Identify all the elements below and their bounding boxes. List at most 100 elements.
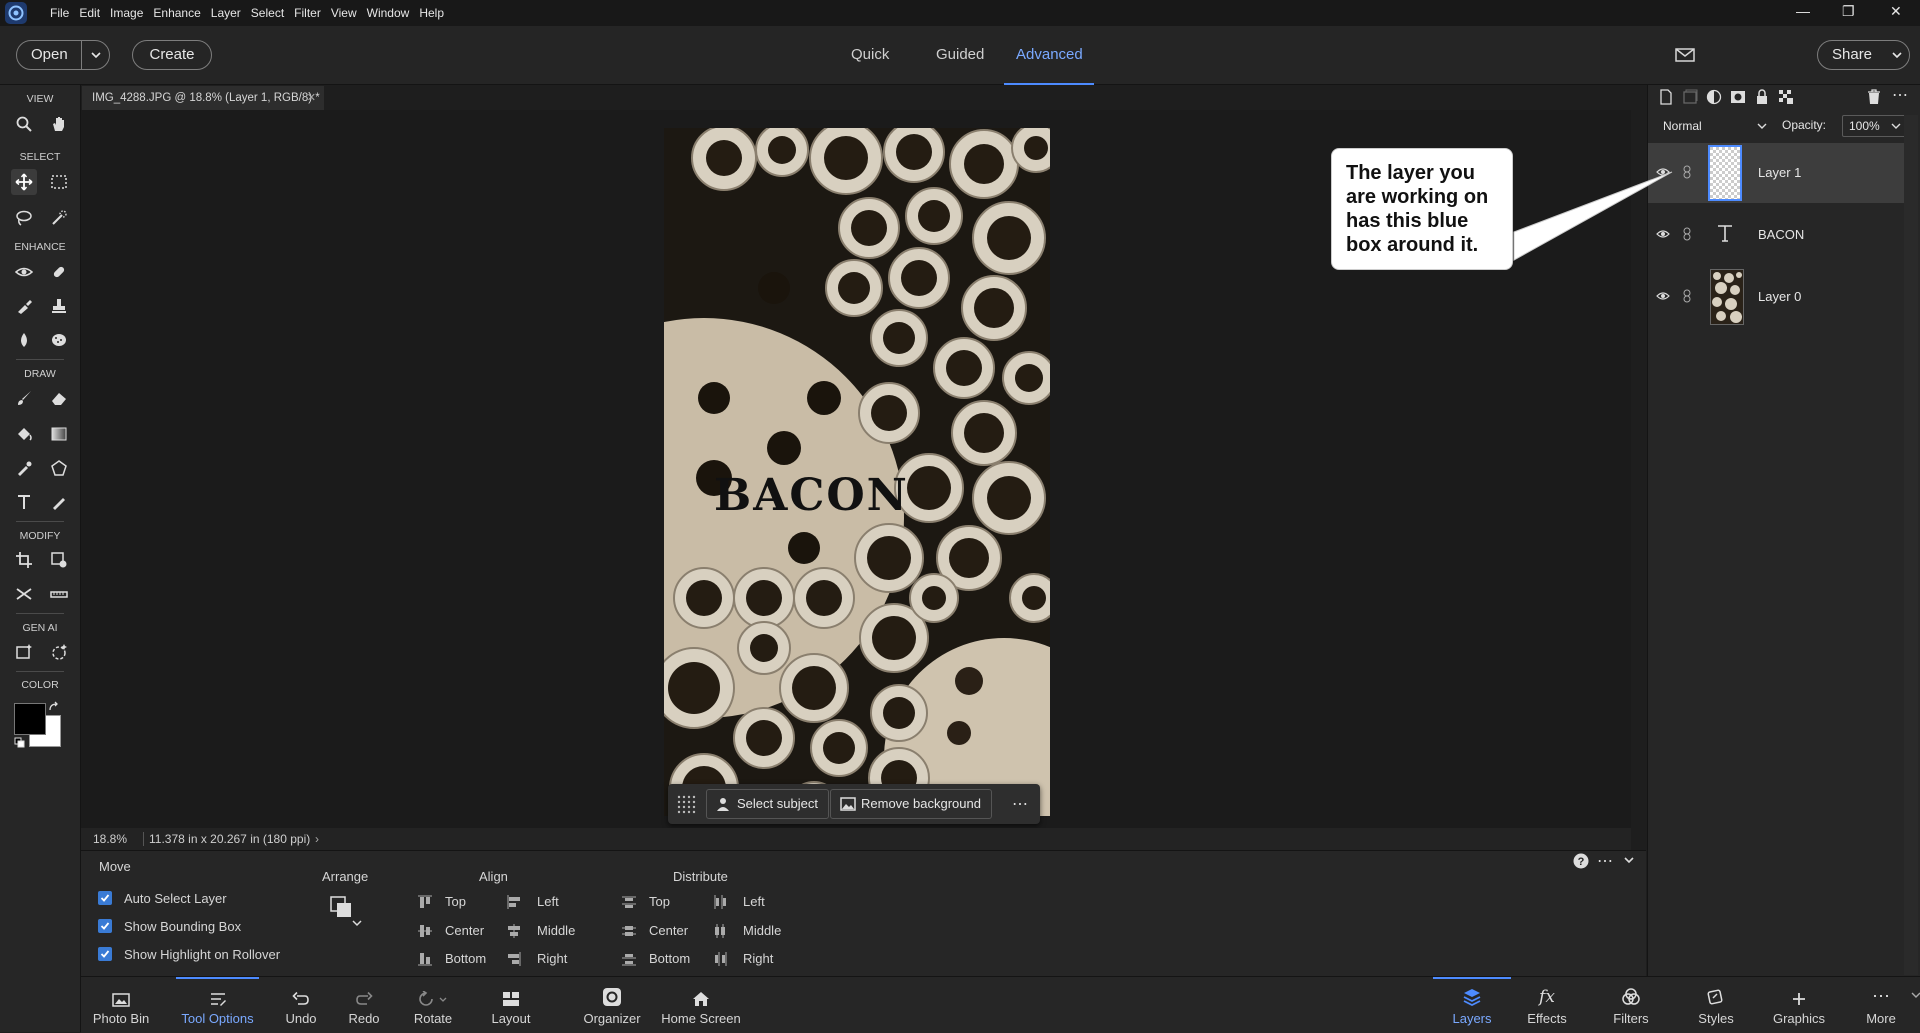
distribute-top-label[interactable]: Top bbox=[649, 894, 670, 909]
graphics-button[interactable]: Graphics bbox=[1764, 977, 1834, 1033]
layer-link-icon[interactable] bbox=[1682, 289, 1692, 303]
menu-window[interactable]: Window bbox=[367, 0, 410, 26]
auto-select-layer-checkbox[interactable] bbox=[98, 891, 112, 905]
layer-mask-icon[interactable] bbox=[1730, 89, 1746, 105]
drag-handle-icon[interactable] bbox=[676, 794, 696, 814]
distribute-middle-icon[interactable] bbox=[712, 923, 728, 939]
spot-healing-tool-icon[interactable] bbox=[46, 259, 72, 285]
chevron-right-icon[interactable]: › bbox=[315, 828, 319, 850]
red-eye-tool-icon[interactable] bbox=[11, 259, 37, 285]
show-highlight-checkbox[interactable] bbox=[98, 947, 112, 961]
clone-stamp-tool-icon[interactable] bbox=[46, 293, 72, 319]
distribute-right-label[interactable]: Right bbox=[743, 951, 773, 966]
layers-panel-scrollbar[interactable] bbox=[1904, 115, 1918, 975]
redo-button[interactable]: Redo bbox=[339, 977, 389, 1033]
styles-button[interactable]: Styles bbox=[1686, 977, 1746, 1033]
zoom-level[interactable]: 18.8% bbox=[93, 828, 127, 850]
home-screen-button[interactable]: Home Screen bbox=[656, 977, 746, 1033]
close-tab-icon[interactable]: ✕ bbox=[307, 86, 316, 110]
smart-brush-tool-icon[interactable] bbox=[11, 293, 37, 319]
layer-link-icon[interactable] bbox=[1682, 227, 1692, 241]
hand-tool-icon[interactable] bbox=[46, 111, 72, 137]
menu-view[interactable]: View bbox=[331, 0, 357, 26]
close-icon[interactable]: ✕ bbox=[1890, 3, 1902, 20]
filters-button[interactable]: Filters bbox=[1601, 977, 1661, 1033]
arrange-dropdown-icon[interactable] bbox=[329, 895, 363, 929]
tab-advanced[interactable]: Advanced bbox=[1016, 26, 1083, 84]
layers-button[interactable]: Layers bbox=[1433, 977, 1511, 1033]
bacon-text-layer[interactable]: BACON bbox=[714, 470, 909, 521]
minimize-icon[interactable]: — bbox=[1796, 3, 1810, 19]
align-top-label[interactable]: Top bbox=[445, 894, 466, 909]
foreground-color-swatch[interactable] bbox=[14, 703, 46, 735]
swap-colors-icon[interactable] bbox=[48, 701, 60, 713]
more-options-icon[interactable]: ⋯ bbox=[1012, 794, 1028, 814]
distribute-right-icon[interactable] bbox=[712, 951, 728, 967]
organizer-button[interactable]: Organizer bbox=[577, 977, 647, 1033]
recompose-tool-icon[interactable] bbox=[46, 547, 72, 573]
distribute-left-label[interactable]: Left bbox=[743, 894, 765, 909]
type-tool-icon[interactable] bbox=[11, 489, 37, 515]
blend-mode-dropdown[interactable]: Normal bbox=[1656, 115, 1774, 137]
align-right-icon[interactable] bbox=[506, 951, 522, 967]
collapse-chevron-icon[interactable] bbox=[1623, 855, 1635, 865]
generative-remove-tool-icon[interactable] bbox=[46, 639, 72, 665]
share-button[interactable]: Share bbox=[1817, 40, 1910, 70]
marquee-tool-icon[interactable] bbox=[46, 169, 72, 195]
more-button[interactable]: ⋯ More bbox=[1851, 977, 1911, 1033]
move-tool-icon[interactable] bbox=[11, 169, 37, 195]
content-aware-move-tool-icon[interactable] bbox=[11, 581, 37, 607]
align-middle-label[interactable]: Middle bbox=[537, 923, 575, 938]
lasso-tool-icon[interactable] bbox=[11, 205, 37, 231]
layout-button[interactable]: Layout bbox=[481, 977, 541, 1033]
align-bottom-label[interactable]: Bottom bbox=[445, 951, 486, 966]
tool-options-more-icon[interactable]: ⋯ bbox=[1597, 851, 1613, 871]
layer-link-icon[interactable] bbox=[1682, 165, 1692, 179]
undo-button[interactable]: Undo bbox=[276, 977, 326, 1033]
restore-icon[interactable]: ❐ bbox=[1842, 3, 1855, 20]
align-bottom-icon[interactable] bbox=[417, 951, 433, 967]
document-tab[interactable]: IMG_4288.JPG @ 18.8% (Layer 1, RGB/8) * … bbox=[82, 86, 324, 110]
paint-bucket-tool-icon[interactable] bbox=[11, 421, 37, 447]
distribute-center-label[interactable]: Center bbox=[649, 923, 688, 938]
open-button[interactable]: Open bbox=[16, 40, 110, 70]
menu-edit[interactable]: Edit bbox=[79, 0, 100, 26]
layer-row-layer-0[interactable]: Layer 0 bbox=[1648, 267, 1906, 327]
create-button[interactable]: Create bbox=[132, 40, 212, 70]
generative-fill-tool-icon[interactable] bbox=[11, 639, 37, 665]
menu-select[interactable]: Select bbox=[251, 0, 284, 26]
menu-file[interactable]: File bbox=[50, 0, 69, 26]
align-center-icon[interactable] bbox=[417, 923, 433, 939]
align-middle-icon[interactable] bbox=[506, 923, 522, 939]
select-subject-button[interactable]: Select subject bbox=[706, 789, 829, 819]
show-bounding-box-checkbox[interactable] bbox=[98, 919, 112, 933]
remove-background-button[interactable]: Remove background bbox=[830, 789, 992, 819]
distribute-center-icon[interactable] bbox=[621, 923, 637, 939]
align-left-icon[interactable] bbox=[506, 894, 522, 910]
new-layer-icon[interactable] bbox=[1658, 89, 1674, 105]
custom-shape-tool-icon[interactable] bbox=[46, 455, 72, 481]
align-top-icon[interactable] bbox=[417, 894, 433, 910]
align-right-label[interactable]: Right bbox=[537, 951, 567, 966]
distribute-bottom-icon[interactable] bbox=[621, 951, 637, 967]
brush-tool-icon[interactable] bbox=[11, 385, 37, 411]
distribute-middle-label[interactable]: Middle bbox=[743, 923, 781, 938]
align-center-label[interactable]: Center bbox=[445, 923, 484, 938]
layer-row-bacon[interactable]: BACON bbox=[1648, 205, 1906, 265]
help-icon[interactable]: ? bbox=[1573, 853, 1589, 869]
menu-help[interactable]: Help bbox=[419, 0, 444, 26]
eraser-tool-icon[interactable] bbox=[46, 385, 72, 411]
tool-options-button[interactable]: Tool Options bbox=[174, 977, 261, 1033]
delete-layer-icon[interactable] bbox=[1866, 89, 1882, 105]
distribute-left-icon[interactable] bbox=[712, 894, 728, 910]
align-left-label[interactable]: Left bbox=[537, 894, 559, 909]
menu-enhance[interactable]: Enhance bbox=[153, 0, 200, 26]
gradient-tool-icon[interactable] bbox=[46, 421, 72, 447]
crop-tool-icon[interactable] bbox=[11, 547, 37, 573]
straighten-tool-icon[interactable] bbox=[46, 581, 72, 607]
opacity-dropdown[interactable]: 100% bbox=[1842, 115, 1906, 137]
adjustment-layer-icon[interactable] bbox=[1706, 89, 1722, 105]
visibility-eye-icon[interactable] bbox=[1656, 291, 1670, 301]
pencil-tool-icon[interactable] bbox=[46, 489, 72, 515]
eyedropper-tool-icon[interactable] bbox=[11, 455, 37, 481]
